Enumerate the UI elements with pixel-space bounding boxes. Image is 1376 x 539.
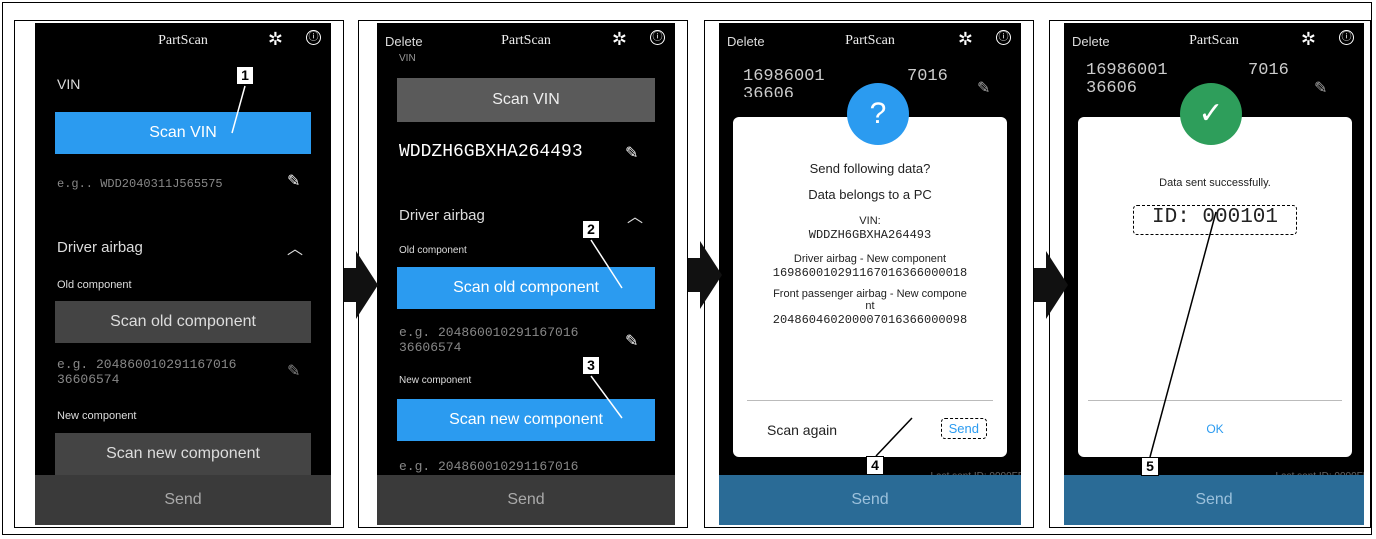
old-component-input-line-1[interactable]: e.g. 204860010291167016 (399, 325, 578, 340)
old-component-label: Old component (57, 279, 132, 291)
new-component-label: New component (57, 410, 137, 422)
gear-icon[interactable]: ✲ (612, 29, 627, 50)
phone-panel-4: Delete PartScan ✲ ⓘ 16986001 7016 36606 … (1049, 20, 1371, 528)
scan-vin-button[interactable]: Scan VIN (397, 78, 655, 122)
dialog-divider (747, 400, 993, 401)
dialog-driver-value: 169860010291167016366000018 (772, 266, 968, 280)
arrow-stem-3 (1034, 268, 1046, 302)
flow-arrow-2 (700, 241, 722, 309)
edit-vin-icon[interactable]: ✎ (625, 143, 638, 163)
dialog-front-label-line-1: Front passenger airbag - New compone (773, 288, 967, 300)
dialog-front-label-line-2: nt (865, 300, 875, 312)
top-bar: Delete PartScan ✲ ⓘ (377, 23, 675, 61)
top-bar: Delete PartScan ✲ ⓘ (1064, 23, 1364, 61)
gear-icon[interactable]: ✲ (958, 29, 973, 50)
phone-screen-1: PartScan ✲ ⓘ VIN Scan VIN e.g.. WDD20403… (35, 23, 331, 525)
old-component-input-line-2[interactable]: 36606574 (57, 372, 119, 387)
callout-1: 1 (236, 66, 254, 85)
scan-old-component-button[interactable]: Scan old component (55, 301, 311, 343)
background-value-line-2: 36606 (1086, 81, 1138, 93)
background-value-part-1: 16986001 (1086, 61, 1168, 80)
dialog-belongs-text: Data belongs to a PC (808, 187, 932, 202)
dialog-vin-label: VIN: (859, 215, 881, 227)
callout-2: 2 (582, 220, 600, 239)
vin-value[interactable]: WDDZH6GBXHA264493 (399, 143, 583, 161)
top-bar: Delete PartScan ✲ ⓘ (719, 23, 1021, 61)
edit-old-component-icon[interactable]: ✎ (287, 361, 300, 381)
scan-new-component-button[interactable]: Scan new component (397, 399, 655, 441)
question-icon: ? (847, 83, 909, 145)
phone-panel-2: Delete PartScan ✲ ⓘ VIN Scan VIN WDDZH6G… (358, 20, 688, 528)
send-button[interactable]: Send (719, 475, 1021, 525)
scan-old-component-button[interactable]: Scan old component (397, 267, 655, 309)
phone-screen-3: Delete PartScan ✲ ⓘ 16986001 7016 36606 … (719, 23, 1021, 525)
phone-panel-3: Delete PartScan ✲ ⓘ 16986001 7016 36606 … (704, 20, 1034, 528)
top-bar: PartScan ✲ ⓘ (35, 23, 331, 61)
dialog-vin-value: WDDZH6GBXHA264493 (808, 228, 932, 242)
send-button[interactable]: Send (1064, 475, 1364, 525)
info-icon[interactable]: ⓘ (650, 30, 665, 45)
gear-icon[interactable]: ✲ (268, 29, 283, 50)
dialog-send-button[interactable]: Send (940, 418, 987, 439)
edit-icon: ✎ (1314, 80, 1328, 97)
background-value-part-1: 16986001 (743, 67, 825, 86)
send-button[interactable]: Send (35, 475, 331, 525)
background-value-part-2: 7016 (907, 67, 948, 86)
phone-screen-2: Delete PartScan ✲ ⓘ VIN Scan VIN WDDZH6G… (377, 23, 675, 525)
new-component-label: New component (399, 375, 472, 386)
app-title: PartScan (1189, 33, 1239, 48)
chevron-up-icon[interactable]: ︿ (627, 203, 643, 227)
new-component-input[interactable]: e.g. 204860010291167016 (399, 459, 578, 474)
background-value-part-2: 7016 (1248, 61, 1289, 80)
callout-5: 5 (1141, 457, 1159, 476)
vin-label: VIN (399, 53, 416, 64)
send-button[interactable]: Send (377, 475, 675, 525)
old-component-label: Old component (399, 245, 467, 256)
info-icon[interactable]: ⓘ (1339, 30, 1354, 45)
checkmark-icon: ✓ (1180, 83, 1242, 145)
section-driver-airbag: Driver airbag (399, 207, 485, 224)
sent-id: ID: 000101 (1151, 206, 1279, 229)
section-driver-airbag: Driver airbag (57, 239, 143, 256)
arrow-stem-2 (688, 258, 700, 292)
info-icon[interactable]: ⓘ (996, 30, 1011, 45)
vin-input[interactable]: e.g.. WDD2040311J565575 (57, 177, 223, 192)
success-message: Data sent successfully. (1159, 177, 1271, 189)
flow-arrow-3 (1046, 251, 1068, 319)
success-dialog: Data sent successfully. ID: 000101 OK (1078, 117, 1352, 457)
old-component-input-line-1[interactable]: e.g. 204860010291167016 (57, 357, 236, 372)
edit-icon: ✎ (977, 80, 991, 97)
scan-new-component-button[interactable]: Scan new component (55, 433, 311, 475)
app-title: PartScan (845, 33, 895, 48)
flow-arrow-1 (356, 251, 378, 319)
app-title: PartScan (501, 33, 551, 48)
gear-icon[interactable]: ✲ (1301, 29, 1316, 50)
vin-label: VIN (57, 76, 81, 92)
phone-panel-1: PartScan ✲ ⓘ VIN Scan VIN e.g.. WDD20403… (14, 20, 344, 528)
scan-vin-button[interactable]: Scan VIN (55, 112, 311, 154)
phone-screen-4: Delete PartScan ✲ ⓘ 16986001 7016 36606 … (1064, 23, 1364, 525)
dialog-divider (1088, 400, 1342, 401)
callout-4: 4 (866, 456, 884, 475)
dialog-front-value: 204860460200007016366000098 (772, 313, 968, 327)
old-component-input-line-2[interactable]: 36606574 (399, 340, 461, 355)
app-title: PartScan (158, 33, 208, 48)
ok-button[interactable]: OK (1078, 422, 1352, 436)
dialog-heading: Send following data? (809, 161, 931, 176)
background-value-line-2: 36606 (743, 87, 795, 97)
dialog-driver-label: Driver airbag - New component (793, 253, 947, 265)
arrow-stem-1 (344, 268, 356, 302)
chevron-up-icon[interactable]: ︿ (287, 235, 303, 259)
confirm-dialog: Send following data? Data belongs to a P… (733, 117, 1007, 457)
edit-vin-icon[interactable]: ✎ (287, 171, 300, 191)
scan-again-button[interactable]: Scan again (767, 422, 837, 438)
info-icon[interactable]: ⓘ (306, 30, 321, 45)
edit-old-component-icon[interactable]: ✎ (625, 331, 638, 351)
callout-3: 3 (582, 356, 600, 375)
